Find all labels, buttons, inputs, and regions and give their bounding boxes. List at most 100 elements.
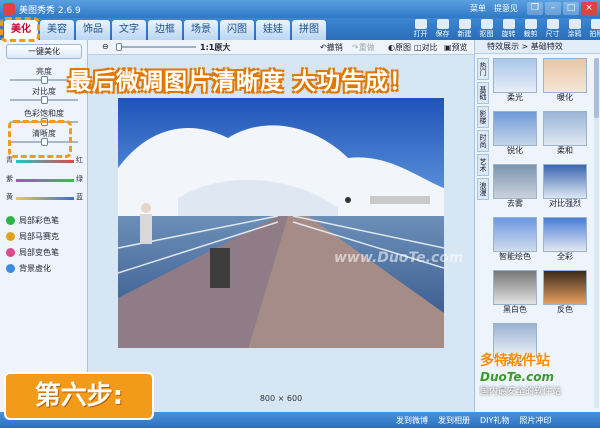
logo-tagline: 国内最安全的软件站	[480, 387, 562, 397]
purple-green-slider[interactable]	[16, 179, 74, 182]
zoom-out-icon[interactable]: ⊖	[102, 42, 109, 51]
new-button[interactable]: 新建	[454, 19, 475, 39]
camera-button[interactable]: 拍照	[586, 19, 600, 39]
new-icon	[458, 19, 471, 29]
preview-button[interactable]: ▣预览	[444, 42, 468, 53]
effect-dehaze[interactable]: 去雾	[493, 164, 537, 209]
local-recolor-tool[interactable]: 局部变色笔	[6, 247, 59, 258]
zoom-label[interactable]: 1:1原大	[200, 42, 230, 53]
minimize-icon[interactable]: –	[545, 2, 561, 15]
tab-frame[interactable]: 边框	[148, 20, 182, 40]
feedback-link[interactable]: 提意见	[494, 3, 518, 14]
tab-highlight-box	[0, 17, 40, 42]
slider-thumb[interactable]	[41, 96, 48, 104]
original-button[interactable]: ◐原图	[388, 42, 411, 53]
effect-preview	[493, 270, 537, 305]
resize-icon	[546, 19, 559, 29]
folder-icon	[414, 19, 427, 29]
cutout-button[interactable]: 抠图	[476, 19, 497, 39]
redo-button[interactable]: ↷重做	[352, 42, 375, 53]
photo-print-link[interactable]: 照片冲印	[519, 415, 551, 426]
app-title: 美图秀秀 2.6.9	[19, 6, 81, 16]
vtab-popular[interactable]: 热门	[477, 58, 489, 80]
compare-button[interactable]: ◫对比	[414, 42, 438, 53]
vtab-fashion[interactable]: 时尚	[477, 130, 489, 152]
background-blur-tool[interactable]: 背景虚化	[6, 263, 51, 274]
yellow-label: 黄	[6, 193, 13, 201]
vtab-art[interactable]: 艺术	[477, 154, 489, 176]
open-button[interactable]: 打开	[410, 19, 431, 39]
slider-thumb[interactable]	[41, 76, 48, 84]
effect-preview	[493, 58, 537, 93]
logo-cn-text: 多特软件站	[480, 353, 550, 369]
cyan-red-slider[interactable]	[16, 160, 74, 163]
effect-preview	[543, 164, 587, 199]
app-logo-icon	[3, 3, 15, 15]
effect-high-contrast[interactable]: 对比强烈	[543, 164, 587, 209]
crop-button[interactable]: 裁剪	[520, 19, 541, 39]
blur-icon	[6, 264, 15, 273]
vtab-basic[interactable]: 基础	[477, 82, 489, 104]
effect-soft[interactable]: 柔和	[543, 111, 587, 156]
title-bar: 美图秀秀 2.6.9 菜单 提意见 ❐ – □ ×	[0, 0, 600, 18]
share-weibo-link[interactable]: 发到微博	[396, 415, 428, 426]
edited-photo	[118, 98, 444, 348]
yellow-blue-slider[interactable]	[16, 197, 74, 200]
effect-preview	[543, 270, 587, 305]
cutout-icon	[480, 19, 493, 29]
maximize-icon[interactable]: □	[563, 2, 579, 15]
resize-button[interactable]: 尺寸	[542, 19, 563, 39]
site-logo-watermark: 多特软件站 DuoTe.com 国内最安全的软件站	[480, 350, 598, 397]
step-badge: 第六步:	[4, 372, 154, 420]
sharpness-highlight-box	[8, 120, 72, 158]
green-label: 绿	[76, 175, 83, 183]
logo-en-text: DuoTe.com	[480, 370, 554, 384]
tab-bar: 美化 美容 饰品 文字 边框 场景 闪图 娃娃 拼图 打开 保存 新建 抠图 旋…	[0, 18, 600, 40]
undo-button[interactable]: ↶撤销	[320, 42, 343, 53]
close-icon[interactable]: ×	[581, 2, 597, 15]
tab-collage[interactable]: 拼图	[292, 20, 326, 40]
restore-icon[interactable]: ❐	[527, 2, 543, 15]
tab-flash[interactable]: 闪图	[220, 20, 254, 40]
canvas-toolbar: ⊖ 1:1原大 ↶撤销 ↷重做 ◐原图 ◫对比 ▣预览	[88, 40, 474, 55]
effect-preview	[493, 217, 537, 252]
effect-preview	[543, 217, 587, 252]
slider-thumb[interactable]	[116, 43, 122, 51]
menu-link[interactable]: 菜单	[470, 3, 486, 14]
effect-preview	[543, 111, 587, 146]
scrollbar-thumb[interactable]	[594, 58, 599, 118]
tab-doll[interactable]: 娃娃	[256, 20, 290, 40]
doodle-button[interactable]: 涂鸦	[564, 19, 585, 39]
effect-sharpen[interactable]: 锐化	[493, 111, 537, 156]
effect-invert[interactable]: 反色	[543, 270, 587, 315]
effect-soft-light[interactable]: 柔光	[493, 58, 537, 103]
effect-warm[interactable]: 暖化	[543, 58, 587, 103]
tutorial-heading: 最后微调图片清晰度 大功告成！	[68, 69, 414, 95]
one-click-beautify-button[interactable]: 一键美化	[6, 44, 82, 59]
tab-scene[interactable]: 场景	[184, 20, 218, 40]
tab-text[interactable]: 文字	[112, 20, 146, 40]
share-album-link[interactable]: 发到相册	[438, 415, 470, 426]
local-color-pen-tool[interactable]: 局部彩色笔	[6, 215, 59, 226]
local-mosaic-tool[interactable]: 局部马赛克	[6, 231, 59, 242]
purple-label: 紫	[6, 175, 13, 183]
rotate-icon	[502, 19, 515, 29]
zoom-slider[interactable]	[116, 43, 196, 51]
effect-preview	[543, 58, 587, 93]
color-pen-icon	[6, 216, 15, 225]
effect-smart-color[interactable]: 智能绘色	[493, 217, 537, 262]
effect-preview	[493, 111, 537, 146]
effect-black-white[interactable]: 黑白色	[493, 270, 537, 315]
recolor-icon	[6, 248, 15, 257]
save-button[interactable]: 保存	[432, 19, 453, 39]
tab-accessories[interactable]: 饰品	[76, 20, 110, 40]
site-watermark: www.DuoTe.com	[334, 250, 464, 266]
contrast-slider[interactable]	[10, 96, 78, 104]
vtab-romantic[interactable]: 浪漫	[477, 178, 489, 200]
crop-icon	[524, 19, 537, 29]
rotate-button[interactable]: 旋转	[498, 19, 519, 39]
diy-gift-link[interactable]: DIY礼物	[480, 415, 509, 426]
vtab-studio[interactable]: 影楼	[477, 106, 489, 128]
effect-full-color[interactable]: 全彩	[543, 217, 587, 262]
tab-cosmetics[interactable]: 美容	[40, 20, 74, 40]
